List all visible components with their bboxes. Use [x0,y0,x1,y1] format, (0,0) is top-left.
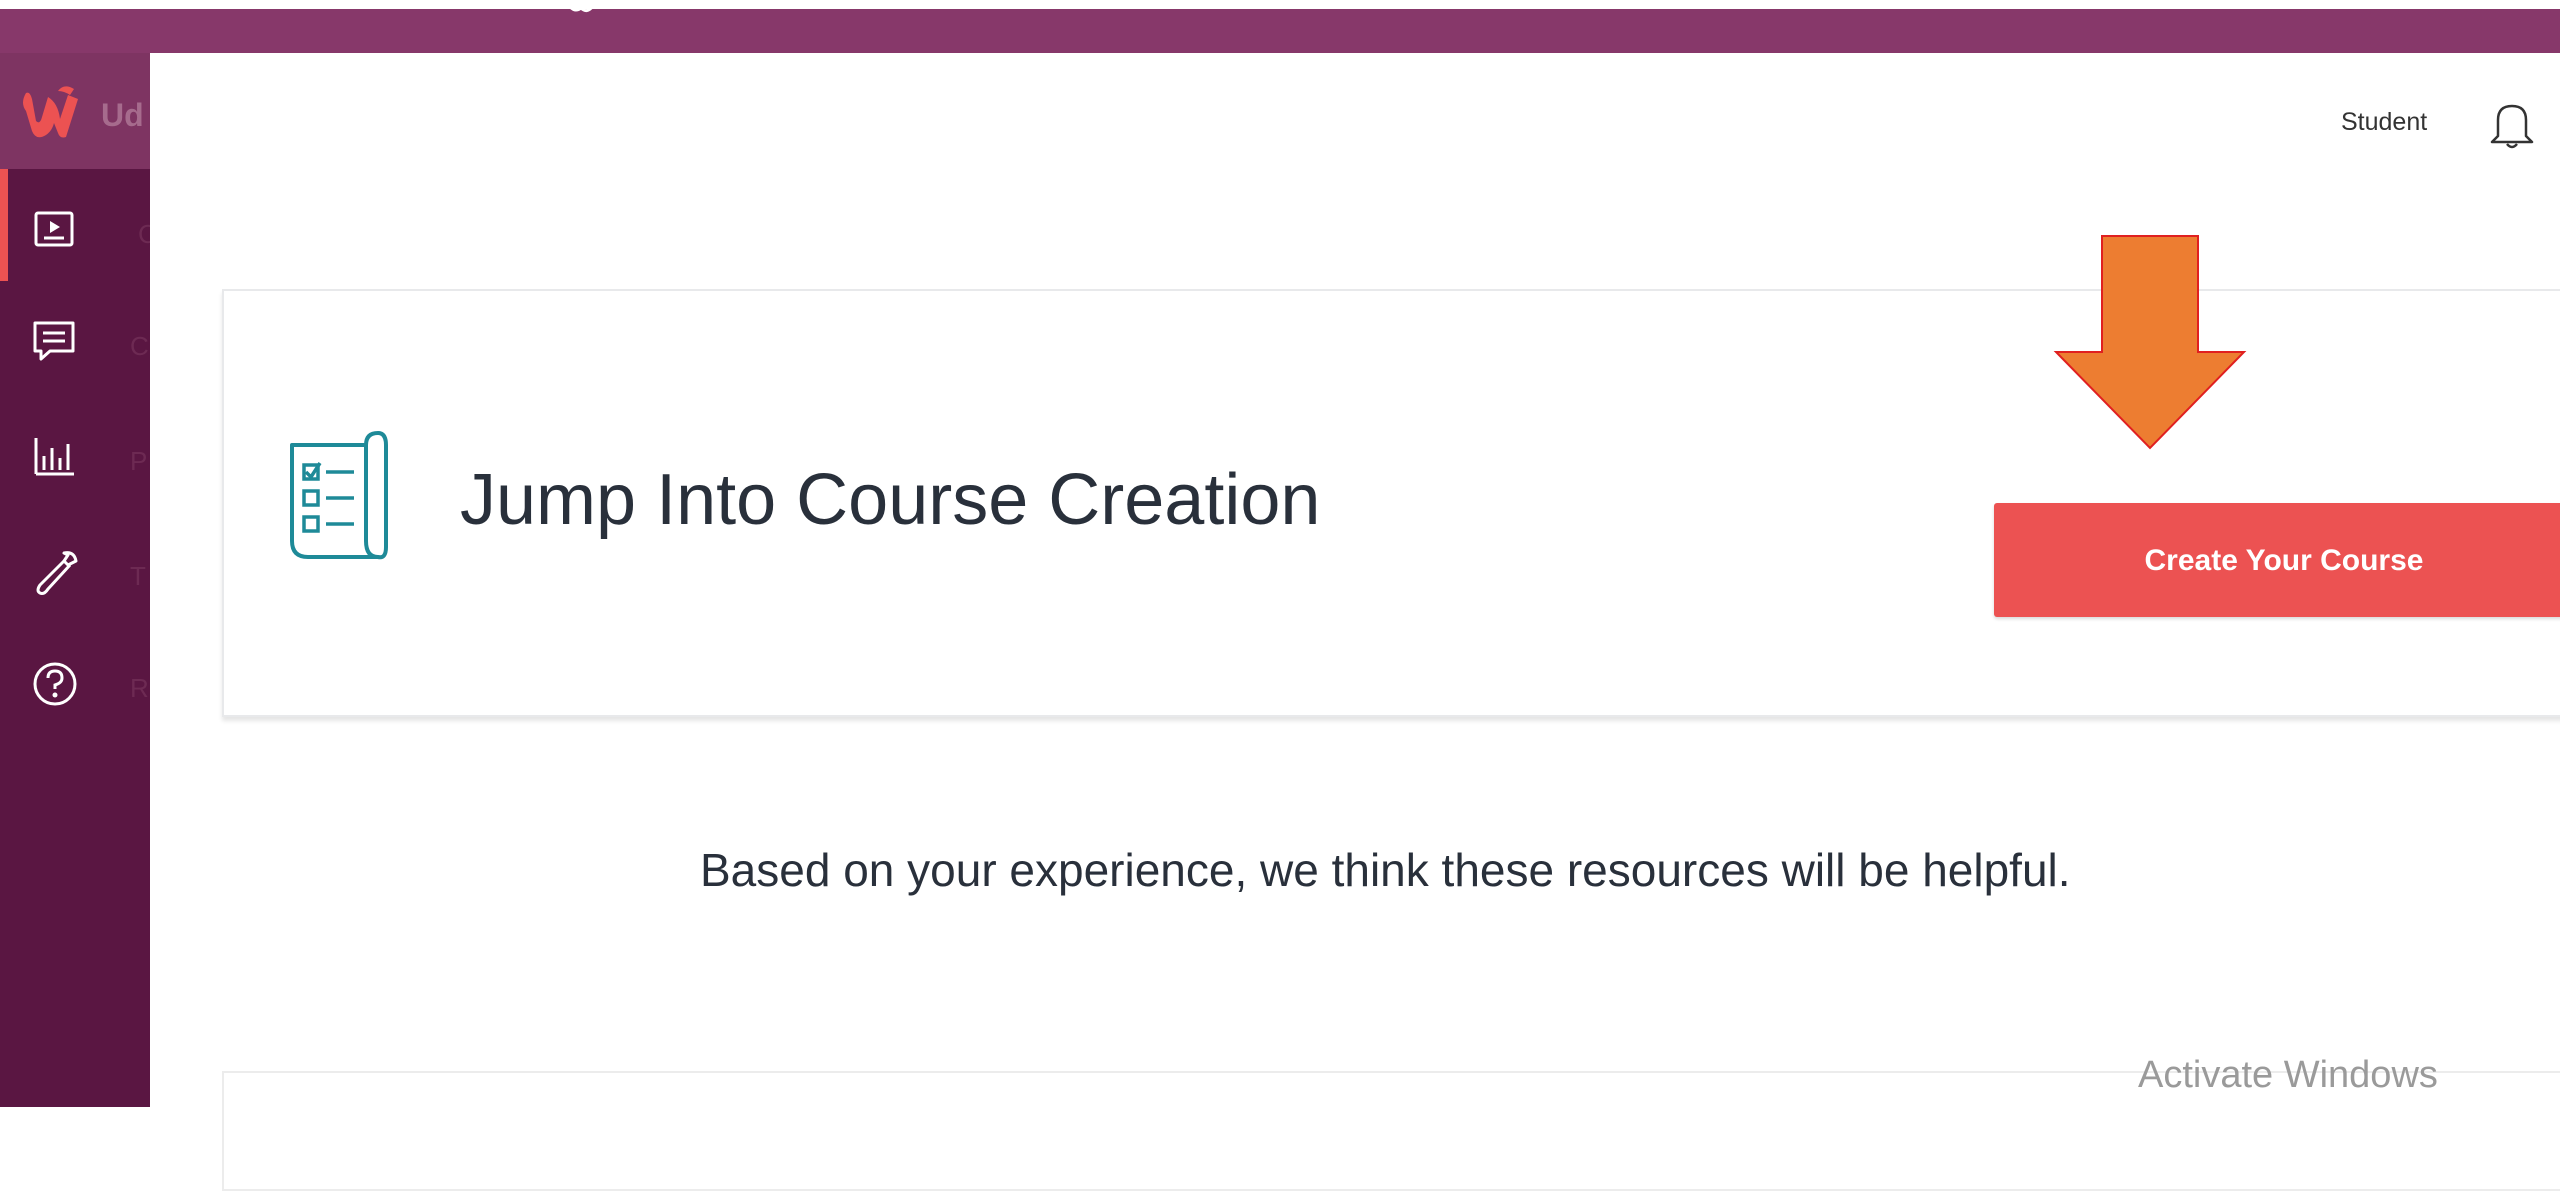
chat-icon [33,321,75,361]
sidebar-item-performance[interactable]: P [0,396,150,508]
orange-down-arrow-annotation [2053,235,2247,450]
sidebar-item-resources[interactable]: R [0,623,150,735]
checklist-scroll-icon [290,431,388,560]
resources-intro-label: Based on your experience, we think these… [700,844,2071,896]
sidebar-item-tools[interactable]: T [0,511,150,623]
sidebar-item-label: T [130,561,146,591]
card-title: Jump Into Course Creation [460,460,1321,540]
sidebar-item-communication[interactable]: C [0,281,150,393]
sidebar-item-courses[interactable]: C [0,169,157,281]
bar-chart-icon [34,438,74,476]
activate-windows-watermark: Activate Windows [2138,1054,2438,1096]
logo-area[interactable]: Ud [0,53,150,169]
udemy-u-icon [23,86,78,138]
student-link[interactable]: Student [2341,108,2427,137]
sidebar-item-label: R [130,673,149,703]
create-your-course-button[interactable]: Create Your Course [1994,503,2560,617]
main-content: Student Jump Into Course Creation Create… [150,53,2560,1191]
sidebar-item-label: P [130,446,148,476]
logo-text: Ud [101,97,144,133]
sidebar-item-label: C [130,331,149,361]
course-video-icon [34,211,74,247]
help-circle-icon [33,662,77,706]
window-top-edge [0,0,2560,9]
resources-intro-text: Based on your experience, we think these… [150,843,2560,897]
sidebar: Ud C C P T R [0,53,157,1107]
handshake-icon [565,1,595,13]
wrench-icon [36,551,78,595]
bell-icon[interactable] [2488,98,2536,150]
